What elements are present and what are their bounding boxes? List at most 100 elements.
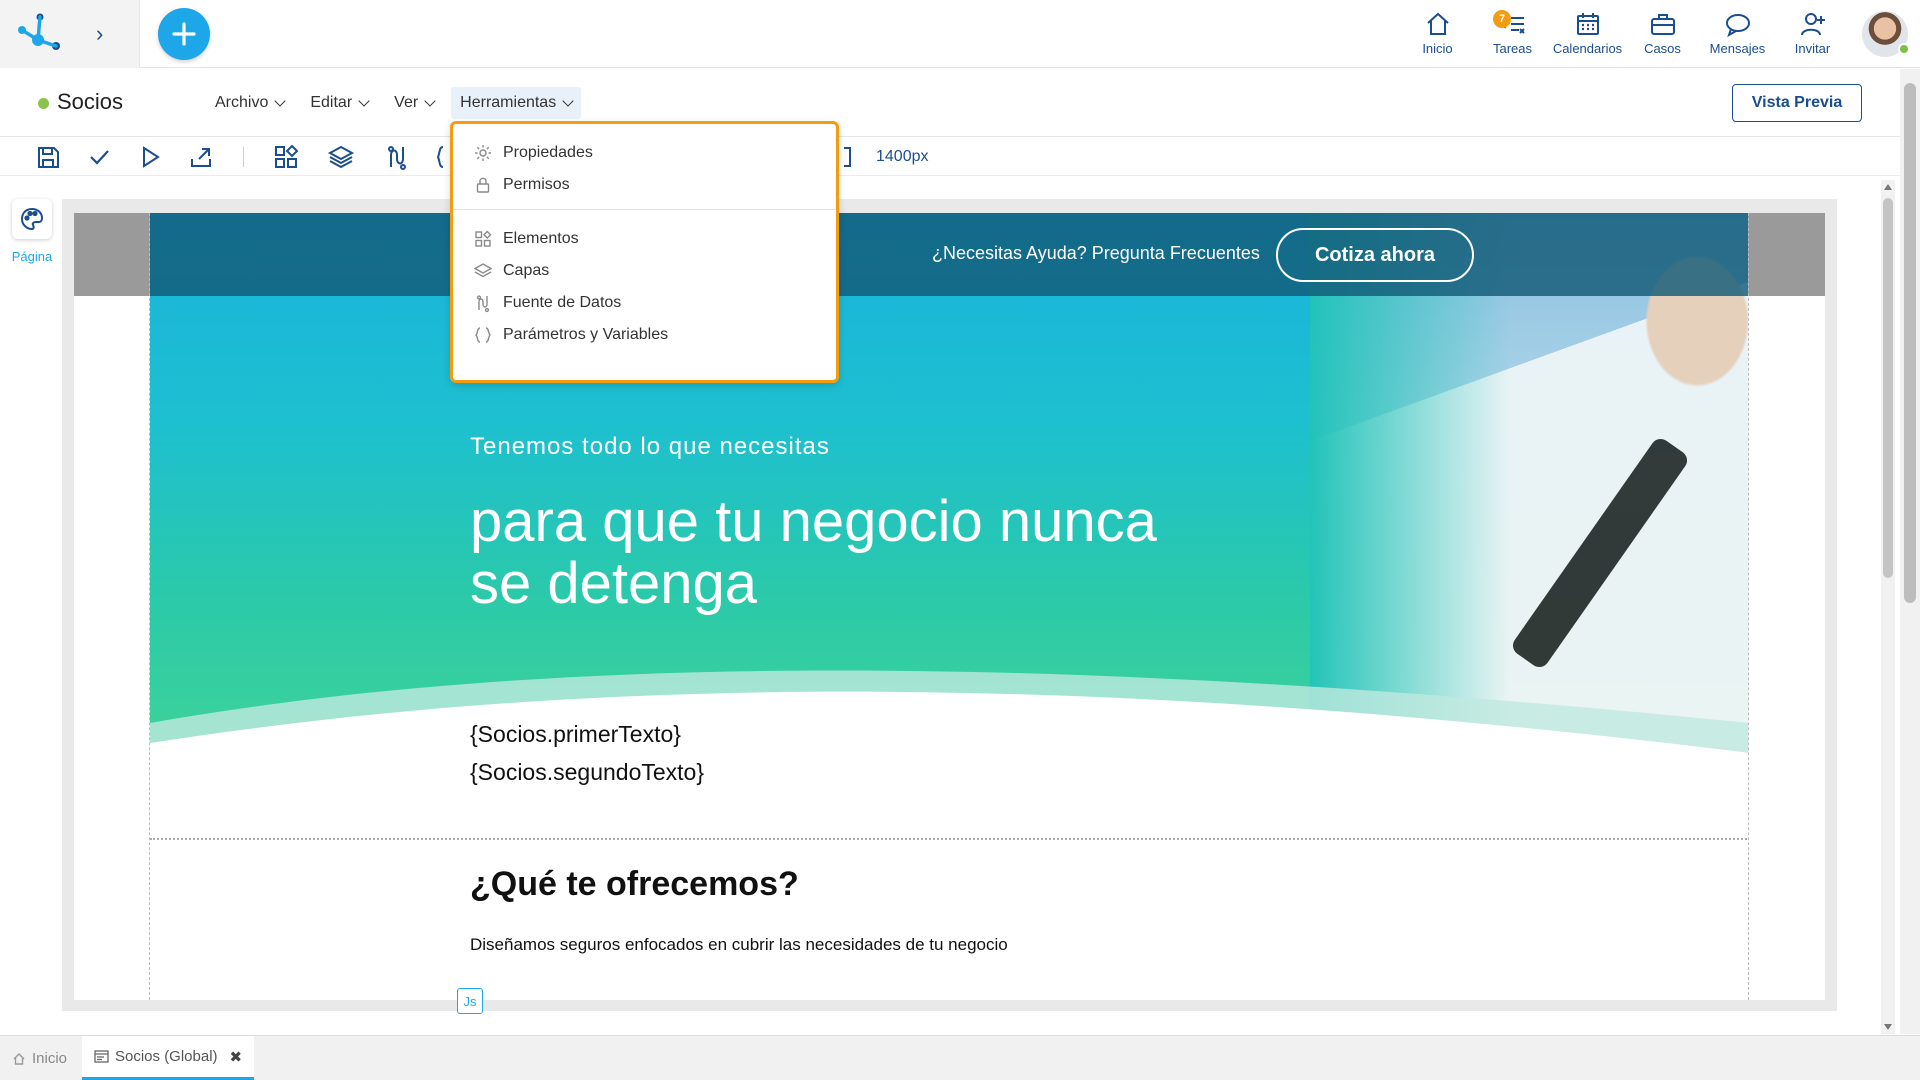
top-bar: › Inicio 7 Tareas Calendarios Casos Mens… bbox=[0, 0, 1920, 68]
nav-mensajes[interactable]: Mensajes bbox=[1700, 0, 1775, 68]
tab-socios-global-label: Socios (Global) bbox=[115, 1048, 218, 1065]
add-button[interactable] bbox=[158, 8, 210, 60]
hero-title: para que tu negocio nunca se detenga bbox=[470, 489, 1157, 616]
menu-editar[interactable]: Editar bbox=[301, 87, 377, 119]
menu-item-parametros-variables[interactable]: Parámetros y Variables bbox=[453, 319, 836, 351]
chevron-down-icon bbox=[274, 95, 287, 107]
datasource-icon bbox=[388, 146, 406, 170]
nav-inicio[interactable]: Inicio bbox=[1400, 0, 1475, 68]
scroll-up-arrow-icon[interactable] bbox=[1884, 184, 1892, 190]
home-icon bbox=[13, 1052, 25, 1065]
tab-inicio[interactable]: Inicio bbox=[0, 1036, 79, 1080]
nav-tareas[interactable]: 7 Tareas bbox=[1475, 0, 1550, 68]
nav-tareas-label: Tareas bbox=[1492, 41, 1533, 56]
expand-chevron-icon[interactable]: › bbox=[96, 22, 114, 46]
elements-button[interactable] bbox=[272, 143, 300, 171]
preview-button[interactable]: Vista Previa bbox=[1732, 84, 1862, 122]
page-scrollbar-thumb[interactable] bbox=[1904, 83, 1916, 603]
page-settings-label: Página bbox=[11, 249, 53, 264]
braces-icon bbox=[475, 327, 491, 343]
binding-segundo-texto[interactable]: {Socios.segundoTexto} bbox=[470, 759, 704, 786]
tasks-badge: 7 bbox=[1493, 10, 1511, 28]
close-tab-icon[interactable]: ✖ bbox=[230, 1048, 243, 1066]
menu-item-fuente-de-datos[interactable]: Fuente de Datos bbox=[453, 287, 836, 319]
publish-button[interactable] bbox=[187, 143, 215, 171]
canvas-scrollbar-thumb[interactable] bbox=[1883, 198, 1893, 578]
form-icon bbox=[94, 1050, 109, 1063]
hero-subtitle: Tenemos todo lo que necesitas bbox=[470, 433, 830, 460]
menu-item-parametros-variables-label: Parámetros y Variables bbox=[503, 326, 669, 343]
check-icon bbox=[90, 150, 109, 165]
chevron-down-icon bbox=[358, 95, 370, 107]
section-title[interactable]: ¿Qué te ofrecemos? bbox=[470, 865, 799, 904]
herramientas-dropdown: Propiedades Permisos Elementos Capas Fue… bbox=[450, 121, 839, 383]
menu-item-propiedades[interactable]: Propiedades bbox=[453, 137, 836, 169]
app-logo-icon[interactable] bbox=[16, 12, 62, 54]
logo-area: › bbox=[0, 0, 140, 68]
nav-casos[interactable]: Casos bbox=[1625, 0, 1700, 68]
page-settings-button[interactable] bbox=[12, 199, 52, 239]
bottom-tab-bar: Inicio Socios (Global) ✖ bbox=[0, 1035, 1920, 1080]
datasource-icon bbox=[476, 295, 490, 313]
hero-nav-link-help[interactable]: ¿Necesitas Ayuda? Pregunta Frecuentes bbox=[932, 243, 1260, 264]
page-title: Socios bbox=[57, 89, 124, 114]
user-avatar[interactable] bbox=[1862, 11, 1910, 57]
validate-button[interactable] bbox=[85, 143, 113, 171]
menu-item-permisos[interactable]: Permisos bbox=[453, 169, 836, 201]
left-panel: Página bbox=[0, 177, 62, 1035]
run-button[interactable] bbox=[136, 143, 164, 171]
toolbar: 1400px bbox=[0, 138, 1900, 176]
plus-icon bbox=[172, 22, 196, 46]
quote-cta-button[interactable]: Cotiza ahora bbox=[1276, 228, 1474, 282]
menu-item-capas[interactable]: Capas bbox=[453, 255, 836, 287]
top-nav: Inicio 7 Tareas Calendarios Casos Mensaj… bbox=[1400, 0, 1910, 68]
toolbar-separator bbox=[243, 147, 244, 167]
main-menus: Archivo Editar Ver Herramientas bbox=[206, 87, 589, 119]
nav-mensajes-label: Mensajes bbox=[1709, 41, 1766, 56]
menu-editar-label: Editar bbox=[310, 94, 353, 111]
online-status-dot bbox=[1898, 43, 1910, 55]
chevron-down-icon bbox=[424, 95, 436, 107]
binding-primer-texto[interactable]: {Socios.primerTexto} bbox=[470, 721, 681, 748]
datasource-button[interactable] bbox=[383, 143, 411, 171]
briefcase-icon bbox=[1650, 14, 1675, 35]
canvas-width-label[interactable]: 1400px bbox=[876, 148, 929, 166]
palette-icon bbox=[20, 207, 44, 231]
calendar-icon bbox=[1576, 13, 1599, 35]
dropdown-group-tools: Elementos Capas Fuente de Datos Parámetr… bbox=[453, 210, 836, 359]
tab-inicio-label: Inicio bbox=[32, 1050, 68, 1067]
menu-herramientas[interactable]: Herramientas bbox=[451, 87, 582, 119]
menu-item-capas-label: Capas bbox=[503, 262, 550, 279]
menu-archivo-label: Archivo bbox=[215, 94, 269, 111]
page-scrollbar[interactable] bbox=[1900, 69, 1920, 1034]
nav-invitar-label: Invitar bbox=[1794, 41, 1831, 56]
menu-archivo[interactable]: Archivo bbox=[206, 87, 293, 119]
gear-icon bbox=[475, 145, 491, 161]
menu-ver-label: Ver bbox=[394, 94, 419, 111]
export-icon bbox=[191, 148, 211, 167]
menu-item-elementos[interactable]: Elementos bbox=[453, 223, 836, 255]
js-code-chip[interactable]: Js bbox=[457, 988, 483, 1014]
tab-socios-global[interactable]: Socios (Global) ✖ bbox=[82, 1036, 255, 1080]
canvas-page: rturas ¿Necesitas Ayuda? Pregunta Frecue… bbox=[74, 213, 1825, 1000]
menu-item-fuente-de-datos-label: Fuente de Datos bbox=[503, 294, 622, 311]
save-button[interactable] bbox=[34, 143, 62, 171]
section-text[interactable]: Diseñamos seguros enfocados en cubrir la… bbox=[470, 935, 1008, 955]
layers-button[interactable] bbox=[327, 143, 355, 171]
canvas-scrollbar[interactable] bbox=[1881, 180, 1895, 1034]
design-area[interactable]: rturas ¿Necesitas Ayuda? Pregunta Frecue… bbox=[149, 213, 1749, 1000]
nav-casos-label: Casos bbox=[1644, 41, 1681, 56]
menu-herramientas-label: Herramientas bbox=[460, 94, 557, 111]
menu-ver[interactable]: Ver bbox=[385, 87, 443, 119]
chevron-down-icon bbox=[562, 95, 574, 107]
elements-icon bbox=[475, 230, 492, 247]
scroll-down-arrow-icon[interactable] bbox=[1884, 1024, 1892, 1030]
nav-invitar[interactable]: Invitar bbox=[1775, 0, 1850, 68]
lock-icon bbox=[476, 177, 490, 193]
nav-calendarios[interactable]: Calendarios bbox=[1550, 0, 1625, 68]
layers-icon bbox=[473, 263, 493, 278]
menu-item-propiedades-label: Propiedades bbox=[503, 144, 593, 161]
play-icon bbox=[143, 146, 160, 168]
menu-item-permisos-label: Permisos bbox=[503, 176, 570, 193]
nav-inicio-label: Inicio bbox=[1422, 41, 1453, 56]
